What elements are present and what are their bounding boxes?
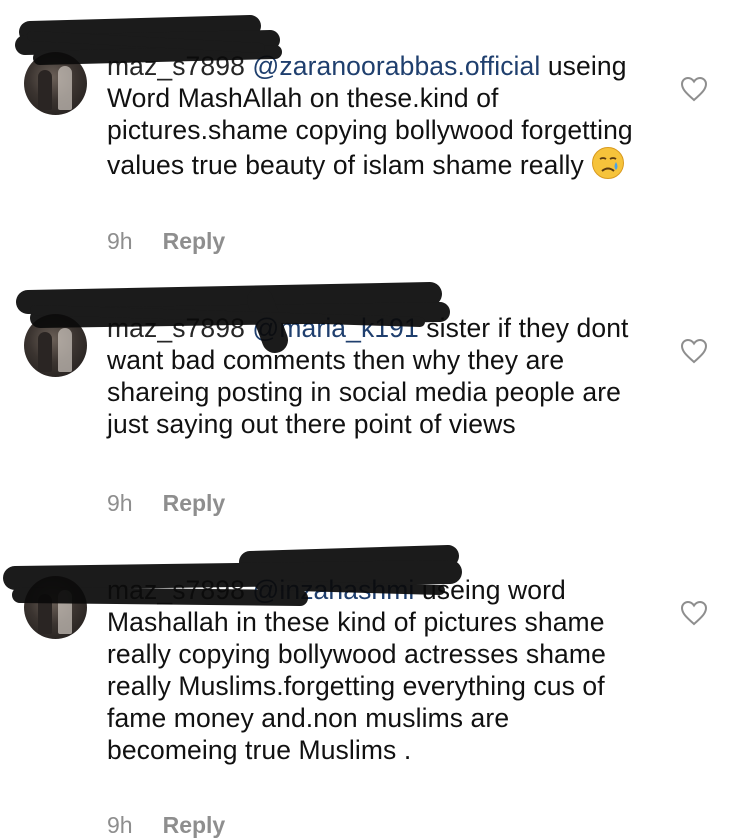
crying-face-icon [592, 147, 625, 179]
username[interactable]: maz_s7898 [107, 51, 245, 81]
reply-button[interactable]: Reply [163, 228, 226, 254]
heart-icon[interactable] [680, 600, 708, 626]
mention-link[interactable]: @zaranoorabbas.official [252, 51, 540, 81]
mention-link[interactable]: @inzahashmi [252, 575, 414, 605]
comment-3: maz_s7898 @inzahashmi useing word Mashal… [0, 532, 749, 838]
comment-meta: 9h Reply [107, 490, 225, 517]
comment-2: maz_s7898 @maria_k191 sister if they don… [0, 270, 749, 532]
mention-link[interactable]: @maria_k191 [252, 313, 418, 343]
username[interactable]: maz_s7898 [107, 313, 245, 343]
heart-icon[interactable] [680, 338, 708, 364]
comment-meta: 9h Reply [107, 812, 225, 839]
avatar[interactable] [24, 52, 87, 115]
comment-meta: 9h Reply [107, 228, 225, 255]
timestamp: 9h [107, 228, 133, 254]
comment-1: maz_s7898 @zaranoorabbas.official useing… [0, 0, 749, 270]
comment-body: maz_s7898 @maria_k191 sister if they don… [107, 312, 647, 440]
heart-icon[interactable] [680, 76, 708, 102]
avatar[interactable] [24, 576, 87, 639]
timestamp: 9h [107, 490, 133, 516]
comment-body: maz_s7898 @inzahashmi useing word Mashal… [107, 574, 647, 766]
reply-button[interactable]: Reply [163, 812, 226, 838]
avatar[interactable] [24, 314, 87, 377]
timestamp: 9h [107, 812, 133, 838]
reply-button[interactable]: Reply [163, 490, 226, 516]
comment-body: maz_s7898 @zaranoorabbas.official useing… [107, 50, 647, 181]
username[interactable]: maz_s7898 [107, 575, 245, 605]
